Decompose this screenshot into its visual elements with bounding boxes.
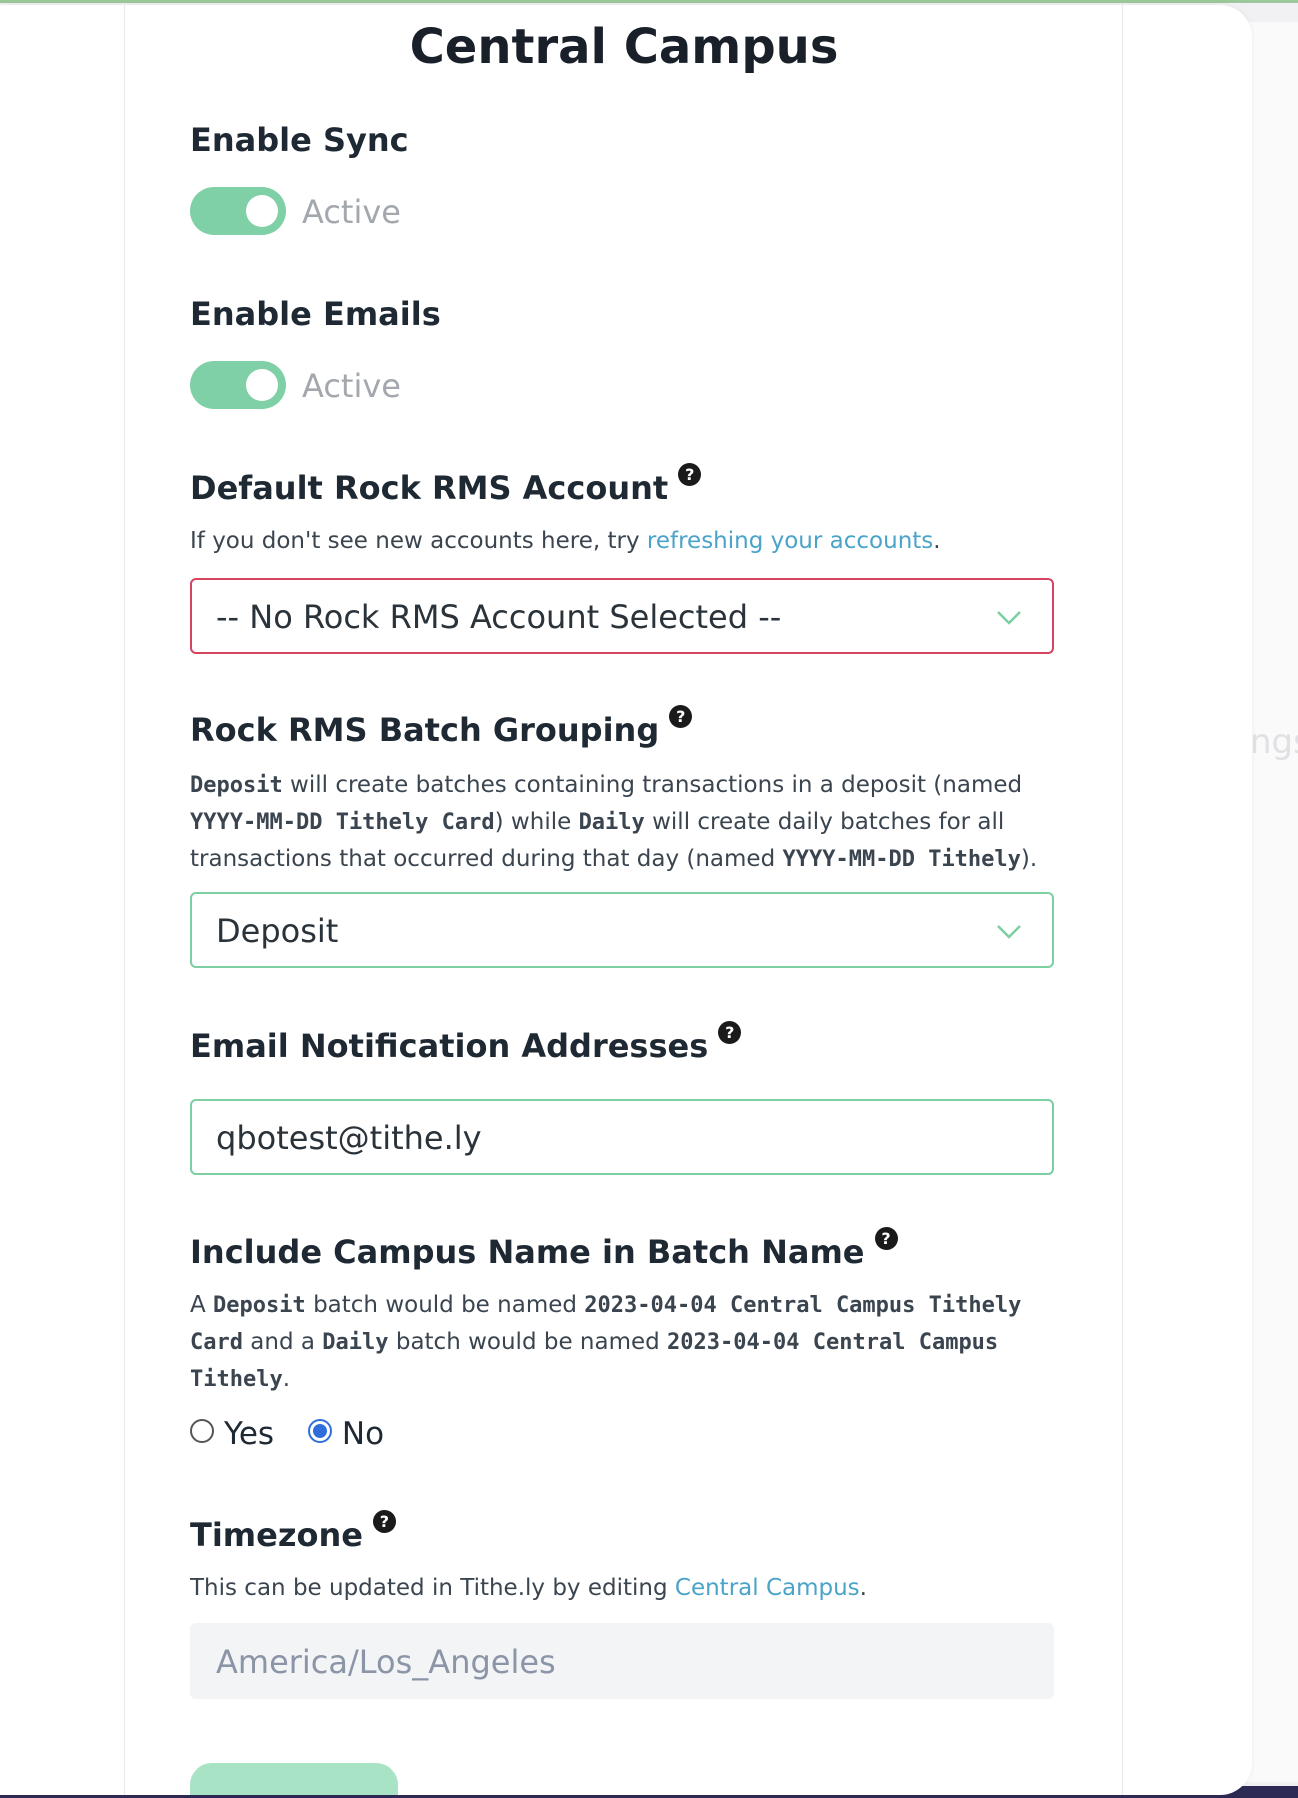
- code-text: YYYY-MM-DD Tithely Card: [190, 810, 495, 835]
- description-text: batch would be named: [305, 1292, 585, 1318]
- content-divider-right: [1122, 5, 1123, 1795]
- central-campus-link[interactable]: Central Campus: [675, 1575, 860, 1601]
- description-text: .: [859, 1575, 867, 1601]
- page-title: Central Campus: [409, 19, 839, 75]
- help-icon[interactable]: ?: [874, 1227, 898, 1250]
- batch-grouping-selected-value: Deposit: [216, 912, 339, 950]
- timezone-label: Timezone?: [190, 1510, 396, 1554]
- enable-emails-label: Enable Emails: [190, 295, 441, 333]
- chevron-down-icon: [997, 611, 1021, 625]
- campus-settings-modal: Central Campus Enable Sync Active Enable…: [0, 5, 1252, 1795]
- description-text: A: [190, 1292, 214, 1318]
- email-addresses-label-text: Email Notification Addresses: [190, 1027, 709, 1065]
- email-addresses-label: Email Notification Addresses?: [190, 1021, 742, 1065]
- batch-grouping-label-text: Rock RMS Batch Grouping: [190, 711, 660, 749]
- background-text: ngs: [1250, 722, 1298, 762]
- refresh-accounts-link[interactable]: refreshing your accounts: [647, 528, 933, 554]
- description-text: batch would be named: [388, 1329, 668, 1355]
- default-account-selected-value: -- No Rock RMS Account Selected --: [216, 598, 782, 636]
- enable-emails-status: Active: [302, 367, 401, 405]
- help-icon[interactable]: ?: [718, 1021, 742, 1044]
- radio-yes-label[interactable]: Yes: [224, 1416, 274, 1452]
- email-addresses-input[interactable]: qbotest@tithe.ly: [190, 1099, 1054, 1175]
- batch-grouping-select[interactable]: Deposit: [190, 892, 1054, 968]
- enable-sync-label: Enable Sync: [190, 121, 409, 159]
- default-account-label-text: Default Rock RMS Account: [190, 469, 669, 507]
- default-account-label: Default Rock RMS Account?: [190, 463, 702, 507]
- radio-yes[interactable]: [190, 1419, 214, 1443]
- enable-sync-toggle[interactable]: [190, 187, 286, 235]
- code-text: YYYY-MM-DD Tithely: [782, 847, 1021, 872]
- code-text: Deposit: [213, 1293, 306, 1318]
- campus-name-label: Include Campus Name in Batch Name?: [190, 1227, 898, 1271]
- enable-emails-toggle[interactable]: [190, 361, 286, 409]
- description-text: ).: [1020, 846, 1038, 872]
- radio-option-yes[interactable]: Yes: [190, 1416, 274, 1452]
- description-text: ) while: [494, 809, 579, 835]
- timezone-description: This can be updated in Tithe.ly by editi…: [190, 1570, 1070, 1606]
- timezone-label-text: Timezone: [190, 1516, 363, 1554]
- default-account-description: If you don't see new accounts here, try …: [190, 523, 1070, 559]
- help-icon[interactable]: ?: [372, 1510, 396, 1533]
- code-text: Deposit: [190, 773, 283, 798]
- next-button[interactable]: [190, 1763, 398, 1795]
- description-text: If you don't see new accounts here, try: [190, 528, 647, 554]
- campus-name-label-text: Include Campus Name in Batch Name: [190, 1233, 865, 1271]
- campus-name-description: A Deposit batch would be named 2023-04-0…: [190, 1287, 1060, 1398]
- help-icon[interactable]: ?: [678, 463, 702, 486]
- description-text: and a: [242, 1329, 323, 1355]
- timezone-input: America/Los_Angeles: [190, 1623, 1054, 1699]
- chevron-down-icon: [997, 925, 1021, 939]
- description-text: .: [933, 528, 941, 554]
- enable-sync-status: Active: [302, 193, 401, 231]
- content-divider-left: [124, 5, 125, 1795]
- radio-no-label[interactable]: No: [342, 1416, 384, 1452]
- code-text: Daily: [322, 1330, 389, 1355]
- radio-option-no[interactable]: No: [307, 1416, 384, 1452]
- campus-name-radio-group: Yes No: [190, 1416, 408, 1454]
- help-icon[interactable]: ?: [669, 705, 693, 728]
- description-text: This can be updated in Tithe.ly by editi…: [190, 1575, 675, 1601]
- batch-grouping-label: Rock RMS Batch Grouping?: [190, 705, 693, 749]
- default-account-select[interactable]: -- No Rock RMS Account Selected --: [190, 578, 1054, 654]
- code-text: Daily: [578, 810, 645, 835]
- description-text: will create batches containing transacti…: [282, 772, 1023, 798]
- top-border: [0, 0, 1298, 3]
- batch-grouping-description: Deposit will create batches containing t…: [190, 767, 1070, 878]
- toggle-knob: [246, 369, 278, 401]
- description-text: .: [282, 1366, 291, 1392]
- radio-no[interactable]: [307, 1419, 332, 1443]
- toggle-knob: [246, 195, 278, 227]
